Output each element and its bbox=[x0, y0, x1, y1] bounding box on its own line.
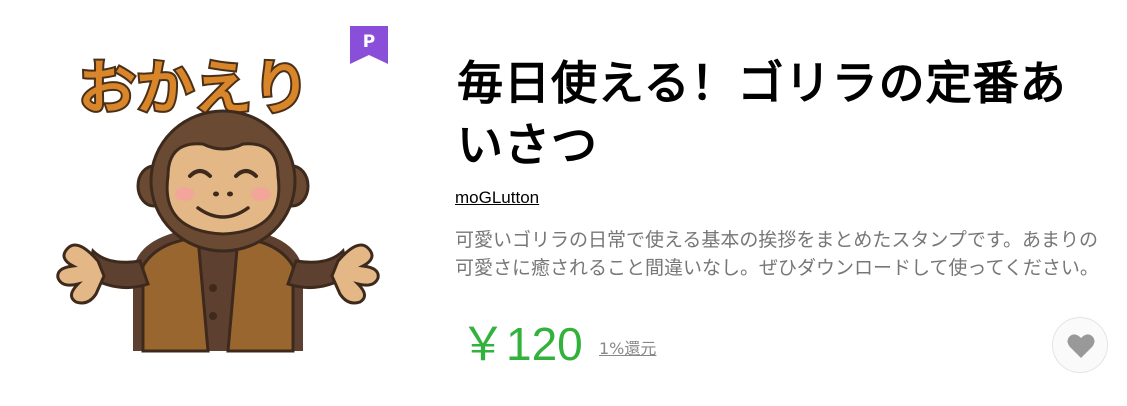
sticker-image[interactable]: おかえり bbox=[48, 26, 388, 366]
product-description: 可愛いゴリラの日常で使える基本の挨拶をまとめたスタンプです。あまりの可愛さに癒さ… bbox=[455, 229, 1099, 279]
heart-icon bbox=[1067, 334, 1095, 358]
price-label: ￥120 bbox=[460, 318, 583, 370]
premium-badge: P bbox=[350, 26, 388, 64]
cashback-link[interactable]: 1%還元 bbox=[599, 335, 656, 359]
favorite-button[interactable] bbox=[1052, 317, 1108, 373]
gorilla-sticker-icon: おかえり bbox=[56, 52, 380, 353]
premium-badge-label: P bbox=[362, 32, 376, 52]
author-link[interactable]: moGLutton bbox=[455, 188, 539, 208]
sticker-text: おかえり bbox=[78, 54, 310, 122]
product-title: 毎日使える！ゴリラの定番あいさつ bbox=[457, 56, 1067, 172]
